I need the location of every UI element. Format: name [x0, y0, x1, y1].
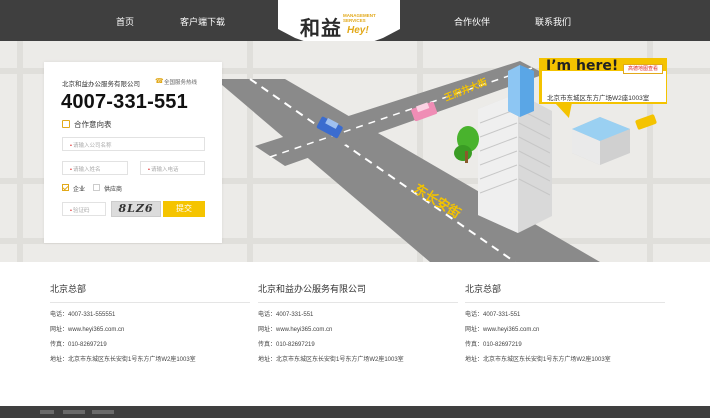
office-block-2: 北京和益办公服务有限公司 电话：4007-331-551 网址：www.heyi… — [258, 282, 458, 363]
hotline-number: 4007-331-551 — [61, 91, 188, 113]
view-map-link[interactable]: 高德地图查看 — [623, 64, 663, 74]
page: 首页 客户端下载 合作伙伴 联系我们 和益 MANAGEMENT SERVICES… — [0, 0, 710, 418]
logo-hey-text: Hey! — [347, 25, 369, 36]
tree-icon — [454, 126, 479, 163]
office-fax: 传真：010-82697219 — [465, 342, 522, 348]
office-block-3: 北京总部 电话：4007-331-551 网址：www.heyi365.com.… — [465, 282, 665, 363]
office-fax: 传真：010-82697219 — [50, 342, 107, 348]
office-phone: 电话：4007-331-551 — [258, 312, 314, 318]
blue-tower-icon — [508, 65, 534, 117]
captcha-image[interactable]: 8LZ6 — [111, 201, 161, 217]
office-block-1: 北京总部 电话：4007-331-555551 网址：www.heyi365.c… — [50, 282, 250, 363]
logo-english-text: MANAGEMENT SERVICES — [343, 13, 376, 23]
edit-icon — [62, 120, 70, 128]
nav-client-download[interactable]: 客户端下载 — [180, 15, 225, 28]
office-phone: 电话：4007-331-555551 — [50, 312, 116, 318]
form-title: 合作意向表 — [74, 120, 112, 129]
office-title: 北京和益办公服务有限公司 — [258, 282, 458, 303]
company-name-input[interactable]: •请输入公司名称 — [62, 137, 205, 151]
submit-button[interactable]: 提交 — [163, 201, 205, 217]
name-input[interactable]: •请输入姓名 — [62, 161, 128, 175]
site-logo[interactable]: 和益 MANAGEMENT SERVICES Hey! — [296, 10, 386, 40]
footer-link-placeholder[interactable] — [40, 410, 54, 414]
office-title: 北京总部 — [465, 282, 665, 303]
supplier-label: 供应商 — [104, 187, 123, 193]
hotline-label: 全国服务热线 — [164, 80, 198, 86]
office-phone: 电话：4007-331-551 — [465, 312, 521, 318]
office-website: 网址：www.heyi365.com.cn — [465, 327, 540, 333]
footer-link-placeholder[interactable] — [92, 410, 114, 414]
phone-icon: ☎ — [155, 78, 164, 85]
footer-link-placeholder[interactable] — [63, 410, 85, 414]
office-address: 地址：北京市东城区东长安街1号东方广场W2座1003室 — [258, 357, 404, 363]
supplier-checkbox[interactable] — [93, 184, 100, 191]
logo-chinese-text: 和益 — [300, 18, 342, 40]
office-fax: 传真：010-82697219 — [258, 342, 315, 348]
office-website: 网址：www.heyi365.com.cn — [50, 327, 125, 333]
enterprise-label: 企业 — [73, 187, 86, 193]
nav-partners[interactable]: 合作伙伴 — [454, 15, 490, 28]
cooperation-form-card: 北京和益办公服务有限公司 ☎ 全国服务热线 4007-331-551 合作意向表… — [44, 62, 222, 243]
callout-address: 北京市东城区东方广场W2座1003室 — [547, 95, 650, 102]
enterprise-checkbox[interactable] — [62, 184, 69, 191]
yellow-car-icon — [635, 114, 657, 130]
callout-title: I’m here! — [546, 58, 619, 74]
footer-bar — [0, 406, 710, 418]
company-name: 北京和益办公服务有限公司 — [62, 81, 140, 88]
nav-contact-us[interactable]: 联系我们 — [535, 15, 571, 28]
phone-input[interactable]: •请输入电话 — [140, 161, 205, 175]
office-title: 北京总部 — [50, 282, 250, 303]
office-address: 地址：北京市东城区东长安街1号东方广场W2座1003室 — [50, 357, 196, 363]
captcha-input[interactable]: •验证码 — [62, 202, 106, 216]
office-website: 网址：www.heyi365.com.cn — [258, 327, 333, 333]
small-building-icon — [572, 117, 630, 165]
nav-home[interactable]: 首页 — [116, 15, 134, 28]
office-address: 地址：北京市东城区东长安街1号东方广场W2座1003室 — [465, 357, 611, 363]
